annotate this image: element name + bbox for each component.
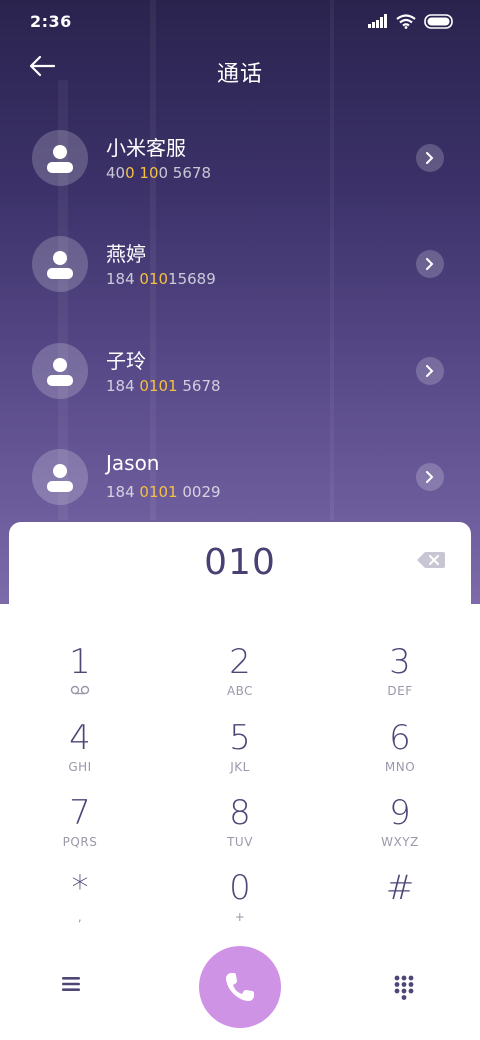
key-star[interactable]: * , <box>20 868 140 938</box>
dial-keypad: 1 2 ABC 3 DEF 4 GHI 5 JKL 6 MNO 7 PQRS 8… <box>0 622 480 932</box>
key-5[interactable]: 5 JKL <box>180 718 300 788</box>
contact-detail-button[interactable] <box>416 250 444 278</box>
key-7[interactable]: 7 PQRS <box>20 793 140 863</box>
signal-icon <box>368 14 387 28</box>
contact-name: 燕婷 <box>106 242 146 266</box>
wifi-icon <box>396 13 416 29</box>
contact-item[interactable]: 小米客服 400 100 5678 <box>0 118 480 198</box>
chevron-right-icon <box>426 365 434 377</box>
match-highlight: 0101 <box>139 377 178 395</box>
avatar <box>32 343 88 399</box>
bottom-action-bar <box>0 944 480 1034</box>
contact-detail-button[interactable] <box>416 357 444 385</box>
avatar <box>32 236 88 292</box>
chevron-right-icon <box>426 152 434 164</box>
keypad-toggle-button[interactable] <box>392 974 420 1002</box>
contact-number: 400 100 5678 <box>106 164 211 182</box>
page-title: 通话 <box>216 62 263 87</box>
contact-number: 184 0101 0029 <box>106 483 221 501</box>
key-0[interactable]: 0 + <box>180 868 300 938</box>
key-hash[interactable]: # <box>340 868 460 938</box>
phone-icon <box>226 973 254 1001</box>
key-8[interactable]: 8 TUV <box>180 793 300 863</box>
contact-name: 子玲 <box>106 349 146 373</box>
contact-name: Jason <box>106 451 160 475</box>
menu-icon <box>62 977 80 991</box>
person-icon <box>47 145 73 173</box>
call-button[interactable] <box>199 946 281 1028</box>
menu-button[interactable] <box>60 974 88 998</box>
status-time: 2:36 <box>30 12 72 31</box>
match-highlight: 0 10 <box>125 164 159 182</box>
contact-name: 小米客服 <box>106 136 186 160</box>
contact-detail-button[interactable] <box>416 144 444 172</box>
dial-input-card: 010 <box>9 522 471 622</box>
person-icon <box>47 251 73 279</box>
header: 通话 <box>0 44 480 96</box>
chevron-right-icon <box>426 471 434 483</box>
avatar <box>32 130 88 186</box>
key-6[interactable]: 6 MNO <box>340 718 460 788</box>
match-highlight: 010 <box>139 270 169 288</box>
contact-item[interactable]: 子玲 184 0101 5678 <box>0 331 480 411</box>
key-2[interactable]: 2 ABC <box>180 642 300 712</box>
contact-detail-button[interactable] <box>416 463 444 491</box>
dialed-number[interactable]: 010 <box>9 542 471 583</box>
contact-item[interactable]: Jason 184 0101 0029 <box>0 437 480 517</box>
keypad-grid-icon <box>394 975 414 1000</box>
contact-number: 184 0101 5678 <box>106 377 221 395</box>
key-4[interactable]: 4 GHI <box>20 718 140 788</box>
contact-number: 184 01015689 <box>106 270 216 288</box>
chevron-right-icon <box>426 258 434 270</box>
avatar <box>32 449 88 505</box>
contact-item[interactable]: 燕婷 184 01015689 <box>0 224 480 304</box>
match-highlight: 0101 <box>139 483 178 501</box>
key-9[interactable]: 9 WXYZ <box>340 793 460 863</box>
key-1[interactable]: 1 <box>20 642 140 712</box>
battery-icon <box>424 13 453 29</box>
person-icon <box>47 464 73 492</box>
backspace-icon <box>417 552 445 568</box>
status-bar: 2:36 <box>0 0 480 44</box>
key-3[interactable]: 3 DEF <box>340 642 460 712</box>
backspace-button[interactable] <box>416 551 446 569</box>
person-icon <box>47 358 73 386</box>
voicemail-icon <box>70 685 90 695</box>
